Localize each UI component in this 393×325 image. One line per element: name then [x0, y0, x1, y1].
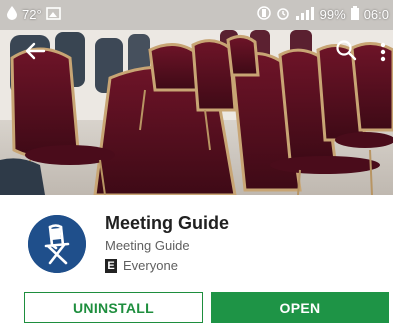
folding-chair-icon: [28, 215, 86, 273]
clock: 06:0: [363, 7, 389, 22]
hero-image: [0, 0, 393, 195]
temperature: 72°: [22, 7, 42, 22]
uninstall-button[interactable]: UNINSTALL: [24, 292, 203, 323]
status-bar: 72° 99% 06:0: [0, 0, 393, 28]
alarm-icon: [276, 6, 290, 23]
battery-icon: [350, 6, 359, 23]
more-vert-icon[interactable]: [378, 40, 388, 64]
developer-link[interactable]: Meeting Guide: [105, 238, 190, 253]
search-icon[interactable]: [334, 38, 358, 62]
drop-icon: [6, 6, 18, 23]
app-info-section: Meeting Guide Meeting Guide E Everyone U…: [0, 195, 393, 325]
back-arrow-icon[interactable]: [22, 38, 48, 64]
open-button[interactable]: OPEN: [211, 292, 389, 323]
signal-icon: [295, 6, 315, 23]
battery-percent: 99%: [319, 7, 346, 22]
play-store-app-page: 72° 99% 06:0 Meeting Guide Meeting Guide…: [0, 0, 393, 325]
content-rating-label: Everyone: [123, 258, 178, 273]
content-rating: E Everyone: [105, 258, 178, 273]
esrb-everyone-icon: E: [105, 258, 117, 273]
vibrate-icon: [256, 6, 271, 23]
app-title: Meeting Guide: [105, 213, 230, 233]
image-icon: [45, 6, 61, 23]
